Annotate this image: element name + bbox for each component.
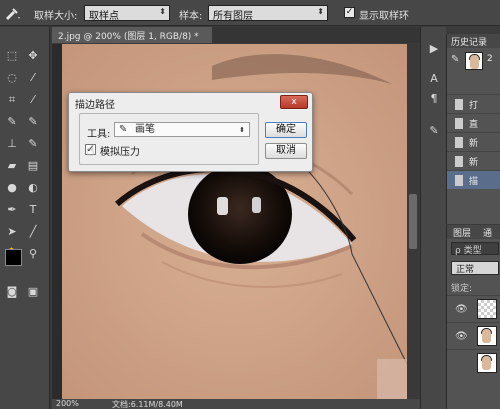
layer-row[interactable]: 👁 <box>447 295 500 321</box>
vertical-scrollbar[interactable] <box>407 44 419 399</box>
zoom-icon[interactable]: ⚲ <box>24 245 42 263</box>
sample-size-select[interactable]: 取样点 ⬍ <box>84 5 170 22</box>
history-snapshot[interactable]: ✎ 2 <box>447 50 500 72</box>
tab-layers[interactable]: 图层 <box>453 226 471 239</box>
sample-size-label: 取样大小: <box>34 11 78 22</box>
foreground-color-swatch[interactable] <box>5 249 22 266</box>
history-item[interactable]: 打 <box>447 94 500 113</box>
brush-icon: ✎ <box>119 124 128 135</box>
history-item[interactable]: 新 <box>447 132 500 151</box>
layers-panel: 图层 通 ρ 类型 正常 锁定: 👁 👁 <box>446 225 500 409</box>
path-selection-icon[interactable]: ➤ <box>3 223 21 241</box>
layer-thumbnail <box>477 353 497 373</box>
character-panel-icon[interactable]: A <box>426 71 442 87</box>
cancel-button[interactable]: 取消 <box>265 143 307 159</box>
history-step-icon <box>455 175 463 186</box>
blur-icon[interactable]: ● <box>3 179 21 197</box>
layer-filter-select[interactable]: ρ 类型 <box>451 242 499 256</box>
play-icon[interactable]: ▶ <box>426 41 442 57</box>
layers-panel-tabs: 图层 通 <box>447 225 500 239</box>
history-panel: 历史记录 ✎ 2 打 直 新 新 描 <box>446 34 500 224</box>
brush-icon[interactable]: ✎ <box>24 113 42 131</box>
chevron-down-icon: ⬍ <box>317 7 324 16</box>
close-button[interactable]: x <box>280 95 308 109</box>
sample-size-value: 取样点 <box>89 11 119 22</box>
history-step-icon <box>455 156 463 167</box>
lock-label: 锁定: <box>451 284 473 294</box>
clone-stamp-icon[interactable]: ⊥ <box>3 135 21 153</box>
history-brush-source-icon[interactable]: ✎ <box>451 54 459 65</box>
sample-label: 样本: <box>179 11 203 22</box>
history-panel-header[interactable]: 历史记录 <box>447 34 500 48</box>
chevron-down-icon: ⬍ <box>159 7 166 16</box>
sample-value: 所有图层 <box>213 11 253 22</box>
show-ring-checkbox[interactable]: ✓ <box>344 7 355 18</box>
blend-mode-select[interactable]: 正常 <box>451 261 499 275</box>
paragraph-panel-icon[interactable]: ¶ <box>426 91 442 107</box>
history-item-selected[interactable]: 描 <box>447 170 500 189</box>
canvas-pasteboard <box>52 44 62 399</box>
visibility-eye-icon[interactable]: 👁 <box>455 304 468 315</box>
panel-icon-strip: ▶ A ¶ ✎ <box>420 27 446 409</box>
history-item-label: 描 <box>469 177 479 187</box>
marquee-icon[interactable]: ⬚ <box>3 47 21 65</box>
history-item[interactable]: 新 <box>447 151 500 170</box>
screen-mode-icon[interactable]: ▣ <box>24 283 42 301</box>
history-item-label: 打 <box>469 101 479 111</box>
tool-select[interactable]: ✎ 画笔 ⬍ <box>114 122 250 137</box>
layer-row[interactable] <box>447 349 500 375</box>
snapshot-thumbnail <box>465 52 483 70</box>
simulate-pressure-label: 模拟压力 <box>100 147 140 158</box>
history-item[interactable]: 直 <box>447 113 500 132</box>
history-item-label: 新 <box>469 139 479 149</box>
healing-brush-icon[interactable]: ✎ <box>3 113 21 131</box>
ok-button[interactable]: 确定 <box>265 122 307 138</box>
history-step-icon <box>455 99 463 110</box>
tools-panel: ⬚ ✥ ◌ ⁄ ⌗ ⁄ ✎ ✎ ⊥ ✎ ▰ ▤ ● ◐ ✒ T ➤ ╱ ✋ ⚲ … <box>0 27 50 409</box>
doc-info: 文档:6.11M/8.40M <box>112 400 183 409</box>
sample-select[interactable]: 所有图层 ⬍ <box>208 5 328 22</box>
scrollbar-thumb[interactable] <box>409 194 417 249</box>
layer-thumbnail <box>477 326 497 346</box>
stroke-path-dialog: 描边路径 x 工具: ✎ 画笔 ⬍ ✓ 模拟压力 确定 取消 <box>68 92 313 172</box>
crop-icon[interactable]: ⌗ <box>3 91 21 109</box>
lasso-icon[interactable]: ◌ <box>3 69 21 87</box>
history-step-icon <box>455 137 463 148</box>
document-tab-title: 2.jpg @ 200% (图层 1, RGB/8) * <box>58 32 199 42</box>
visibility-eye-icon[interactable]: 👁 <box>455 331 468 342</box>
dialog-title: 描边路径 <box>75 100 115 111</box>
brush-panel-icon[interactable]: ✎ <box>426 123 442 139</box>
status-bar: 200% 文档:6.11M/8.40M <box>52 399 420 409</box>
line-icon[interactable]: ╱ <box>24 223 42 241</box>
quick-mask-icon[interactable]: ◙ <box>3 283 21 301</box>
eraser-icon[interactable]: ▰ <box>3 157 21 175</box>
close-icon: x <box>291 97 297 107</box>
history-item-label: 新 <box>469 158 479 168</box>
zoom-level[interactable]: 200% <box>56 399 79 408</box>
eyedropper-tool-icon[interactable]: ⁄ <box>24 91 42 109</box>
magic-wand-icon[interactable]: ⁄ <box>24 69 42 87</box>
chevron-down-icon: ⬍ <box>239 126 245 134</box>
eyedropper-icon[interactable] <box>3 5 21 21</box>
history-brush-icon[interactable]: ✎ <box>24 135 42 153</box>
tab-channels[interactable]: 通 <box>483 226 492 239</box>
tool-label: 工具: <box>87 129 111 140</box>
layer-row[interactable]: 👁 <box>447 322 500 348</box>
type-icon[interactable]: T <box>24 201 42 219</box>
gradient-icon[interactable]: ▤ <box>24 157 42 175</box>
dodge-icon[interactable]: ◐ <box>24 179 42 197</box>
show-ring-label: 显示取样环 <box>359 11 409 22</box>
mouse-cursor-icon: ☝ <box>86 143 95 159</box>
pen-icon[interactable]: ✒ <box>3 201 21 219</box>
move-icon[interactable]: ✥ <box>24 47 42 65</box>
snapshot-label: 2 <box>487 54 493 64</box>
options-bar: 取样大小: 取样点 ⬍ 样本: 所有图层 ⬍ ✓ 显示取样环 <box>0 0 500 26</box>
history-item-label: 直 <box>469 120 479 130</box>
document-tab[interactable]: 2.jpg @ 200% (图层 1, RGB/8) * <box>52 27 212 43</box>
layer-thumbnail <box>477 299 497 319</box>
tab-strip <box>212 27 422 43</box>
history-step-icon <box>455 118 463 129</box>
tool-select-value: 画笔 <box>135 124 155 135</box>
